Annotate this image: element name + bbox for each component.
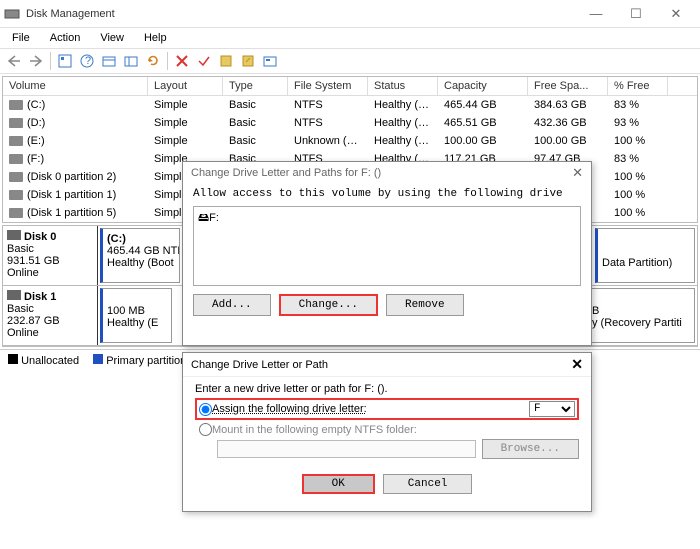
volume-icon — [9, 154, 23, 164]
toolbar-icon[interactable] — [99, 51, 119, 71]
forward-icon[interactable] — [26, 51, 46, 71]
volume-icon — [9, 100, 23, 110]
col-filesystem[interactable]: File System — [288, 77, 368, 95]
close-icon[interactable]: ✕ — [572, 165, 583, 181]
change-letter-dialog: Change Drive Letter or Path ✕ Enter a ne… — [182, 352, 592, 512]
titlebar: Disk Management — ☐ ✕ — [0, 0, 700, 28]
minimize-button[interactable]: — — [576, 2, 616, 26]
col-pctfree[interactable]: % Free — [608, 77, 668, 95]
toolbar-icon[interactable] — [121, 51, 141, 71]
app-icon — [4, 6, 20, 22]
remove-button[interactable]: Remove — [386, 294, 464, 316]
close-button[interactable]: ✕ — [656, 2, 696, 26]
dialog-title: Change Drive Letter or Path — [191, 359, 328, 371]
drive-icon: 🖴 — [198, 212, 209, 224]
assign-letter-row: Assign the following drive letter: F — [195, 398, 579, 420]
back-icon[interactable] — [4, 51, 24, 71]
drive-paths-list[interactable]: 🖴F: — [193, 206, 581, 286]
col-freespace[interactable]: Free Spa... — [528, 77, 608, 95]
menu-view[interactable]: View — [92, 30, 132, 46]
dialog-message: Allow access to this volume by using the… — [183, 184, 591, 204]
ok-button[interactable]: OK — [302, 474, 375, 494]
toolbar-icon[interactable] — [55, 51, 75, 71]
volume-icon — [9, 136, 23, 146]
drive-letter-select[interactable]: F — [529, 401, 575, 417]
browse-button: Browse... — [482, 439, 579, 459]
column-header-row: Volume Layout Type File System Status Ca… — [3, 77, 697, 96]
delete-icon[interactable] — [172, 51, 192, 71]
col-volume[interactable]: Volume — [3, 77, 148, 95]
disk-icon — [7, 290, 21, 300]
volume-icon — [9, 118, 23, 128]
partition[interactable]: (C:) 465.44 GB NTF Healthy (Boot — [100, 228, 180, 283]
menu-action[interactable]: Action — [42, 30, 89, 46]
col-status[interactable]: Status — [368, 77, 438, 95]
partition[interactable]: B y (Recovery Partiti — [585, 288, 695, 343]
volume-icon — [9, 172, 23, 182]
disk-header: Disk 1 Basic 232.87 GB Online — [3, 286, 98, 345]
menu-help[interactable]: Help — [136, 30, 175, 46]
volume-row[interactable]: (D:)SimpleBasicNTFSHealthy (B...465.51 G… — [3, 114, 697, 132]
mount-folder-radio[interactable] — [199, 423, 212, 436]
volume-icon — [9, 208, 23, 218]
change-button[interactable]: Change... — [279, 294, 378, 316]
add-button[interactable]: Add... — [193, 294, 271, 316]
check-icon[interactable] — [194, 51, 214, 71]
primary-swatch — [93, 354, 103, 364]
window-title: Disk Management — [26, 8, 576, 20]
toolbar-icon[interactable] — [260, 51, 280, 71]
partition[interactable]: Data Partition) — [595, 228, 695, 283]
col-layout[interactable]: Layout — [148, 77, 223, 95]
dialog-title: Change Drive Letter and Paths for F: () — [191, 167, 381, 179]
toolbar-icon[interactable] — [238, 51, 258, 71]
volume-row[interactable]: (E:)SimpleBasicUnknown (B...Healthy (B..… — [3, 132, 697, 150]
svg-text:?: ? — [85, 55, 91, 67]
menu-file[interactable]: File — [4, 30, 38, 46]
mount-path-input — [217, 440, 476, 458]
col-type[interactable]: Type — [223, 77, 288, 95]
volume-row[interactable]: (C:)SimpleBasicNTFSHealthy (B...465.44 G… — [3, 96, 697, 114]
close-icon[interactable]: ✕ — [571, 356, 583, 373]
assign-letter-radio[interactable] — [199, 403, 212, 416]
toolbar-icon[interactable] — [216, 51, 236, 71]
cancel-button[interactable]: Cancel — [383, 474, 473, 494]
volume-icon — [9, 190, 23, 200]
maximize-button[interactable]: ☐ — [616, 2, 656, 26]
disk-header: Disk 0 Basic 931.51 GB Online — [3, 226, 98, 285]
menubar: File Action View Help — [0, 28, 700, 48]
dialog-message: Enter a new drive letter or path for F: … — [195, 383, 579, 395]
change-paths-dialog: Change Drive Letter and Paths for F: () … — [182, 161, 592, 346]
col-capacity[interactable]: Capacity — [438, 77, 528, 95]
disk-icon — [7, 230, 21, 240]
toolbar: ? — [0, 48, 700, 74]
refresh-icon[interactable] — [143, 51, 163, 71]
partition[interactable]: 100 MB Healthy (E — [100, 288, 172, 343]
help-icon[interactable]: ? — [77, 51, 97, 71]
unallocated-swatch — [8, 354, 18, 364]
